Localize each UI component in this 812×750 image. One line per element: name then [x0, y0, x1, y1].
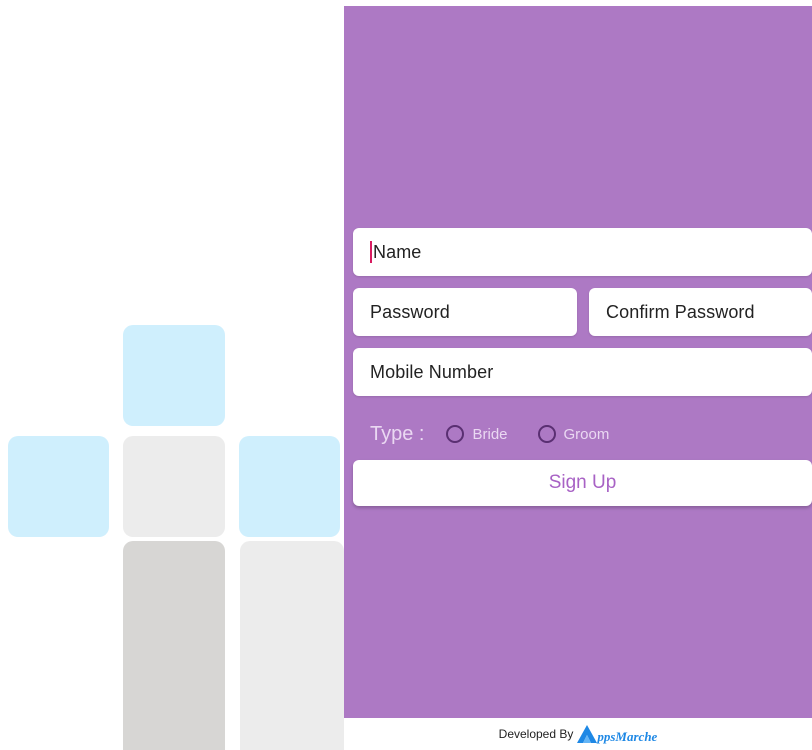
- confirm-password-placeholder: Confirm Password: [606, 301, 755, 322]
- decorative-column-left: [123, 541, 225, 750]
- radio-unchecked-icon: [446, 425, 465, 443]
- mobile-number-field[interactable]: Mobile Number: [353, 348, 812, 396]
- password-placeholder: Password: [370, 301, 450, 322]
- decorative-tile-right: [239, 436, 340, 537]
- decorative-tile-center: [123, 436, 225, 537]
- appsmarche-logo-icon: [576, 724, 598, 744]
- appsmarche-logo-text: ppsMarche: [597, 729, 658, 744]
- decorative-tile-top: [123, 325, 225, 426]
- radio-unchecked-icon: [537, 425, 556, 443]
- mobile-number-placeholder: Mobile Number: [370, 361, 494, 382]
- radio-bride[interactable]: Bride: [446, 425, 508, 443]
- sign-up-button[interactable]: Sign Up: [353, 460, 812, 506]
- type-selector: Type : Bride Groom: [370, 420, 639, 448]
- name-field[interactable]: Name: [353, 228, 812, 276]
- name-placeholder: Name: [373, 241, 422, 262]
- appsmarche-logo: ppsMarche: [576, 724, 657, 744]
- radio-bride-label: Bride: [472, 425, 508, 443]
- developed-by-text: Developed By: [498, 727, 574, 741]
- type-label: Type :: [370, 422, 425, 445]
- radio-groom-label: Groom: [563, 425, 610, 443]
- decorative-tile-left: [8, 436, 109, 537]
- radio-groom[interactable]: Groom: [537, 425, 610, 443]
- password-field[interactable]: Password: [353, 288, 577, 336]
- footer: Developed By ppsMarche: [344, 718, 812, 750]
- confirm-password-field[interactable]: Confirm Password: [589, 288, 812, 336]
- decorative-column-right: [240, 541, 344, 750]
- text-cursor: [370, 241, 372, 263]
- app-screen: Name Password Confirm Password Mobile Nu…: [0, 0, 812, 750]
